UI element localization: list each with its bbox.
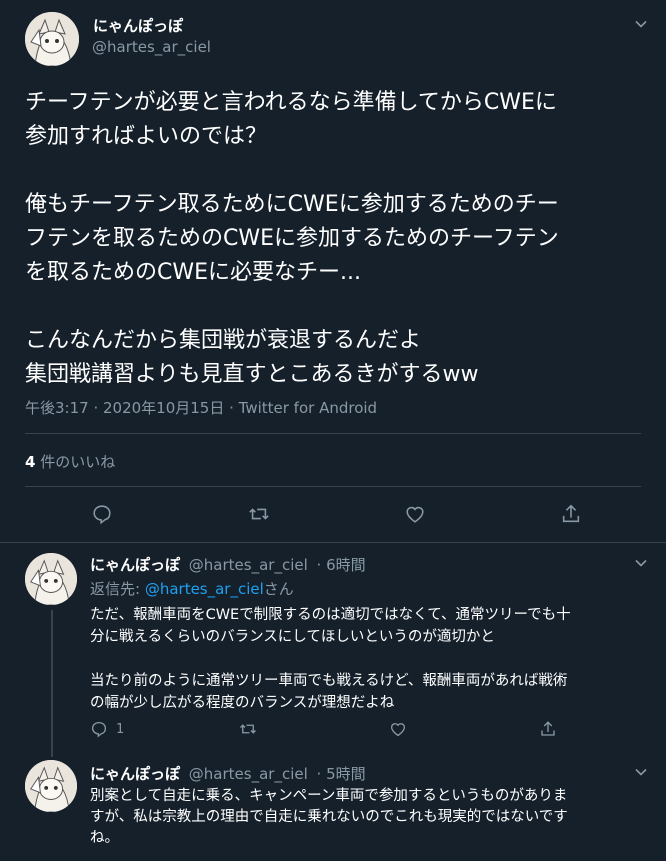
like-button[interactable] [389,720,407,738]
reply-count: 1 [116,721,125,737]
reply-button[interactable] [91,503,113,525]
replying-to-prefix: 返信先: [90,580,145,598]
reply-time[interactable]: · 5時間 [317,765,366,783]
reply-header: にゃんぽっぽ @hartes_ar_ciel · 6時間 [90,554,366,575]
retweet-icon [240,724,256,734]
retweet-button[interactable] [238,720,258,738]
share-icon [541,721,555,736]
author-handle[interactable]: @hartes_ar_ciel [189,556,308,574]
chevron-down-icon[interactable] [634,765,648,779]
reply-button[interactable]: 1 [90,720,124,738]
divider [25,486,641,487]
avatar[interactable] [25,553,77,605]
divider [0,542,666,543]
thread-line [51,610,53,757]
divider [25,433,641,434]
reply-text: ただ、報酬車両をCWEで制限するのは適切ではなくて、通常ツリーでも十 分に戦える… [90,607,571,711]
reply-text: 別案として自走に乗る、キャンペーン車両で参加するというものがありま すが、私は宗… [90,788,568,846]
author-name[interactable]: にゃんぽっぽ [90,556,180,574]
heart-icon [390,723,406,737]
likes-count: 4 [25,453,36,471]
author-name[interactable]: にゃんぽっぽ [93,15,183,36]
avatar-image [25,553,77,605]
heart-icon [406,506,424,523]
reply-icon [93,505,111,525]
avatar-image [25,760,77,812]
tweet-text: チーフテンが必要と言われるなら準備してからCWEに 参加すればよいのでは？ 俺も… [25,90,559,387]
likes-summary[interactable]: 4 件のいいね [25,451,115,472]
reply-icon [91,721,107,738]
tweet-timestamp[interactable]: 午後3:17 · 2020年10月15日 · Twitter for Andro… [25,397,377,418]
avatar[interactable] [25,12,79,66]
share-button[interactable] [560,503,582,525]
reply-time[interactable]: · 6時間 [317,556,366,574]
likes-label: 件のいいね [35,453,116,471]
share-button[interactable] [539,720,557,738]
avatar-image [25,12,79,66]
avatar[interactable] [25,760,77,812]
replying-to-suffix: さん [263,580,294,598]
replying-to: 返信先: @hartes_ar_cielさん [90,578,294,599]
share-icon [562,504,580,523]
replying-to-handle[interactable]: @hartes_ar_ciel [145,580,264,598]
author-handle[interactable]: @hartes_ar_ciel [92,38,211,56]
chevron-down-icon[interactable] [634,556,648,570]
author-name[interactable]: にゃんぽっぽ [90,765,180,783]
author-handle[interactable]: @hartes_ar_ciel [189,765,308,783]
retweet-icon [249,508,269,520]
retweet-button[interactable] [247,503,271,525]
like-button[interactable] [404,503,426,525]
chevron-down-icon[interactable] [634,17,648,31]
reply-header: にゃんぽっぽ @hartes_ar_ciel · 5時間 [90,763,366,784]
